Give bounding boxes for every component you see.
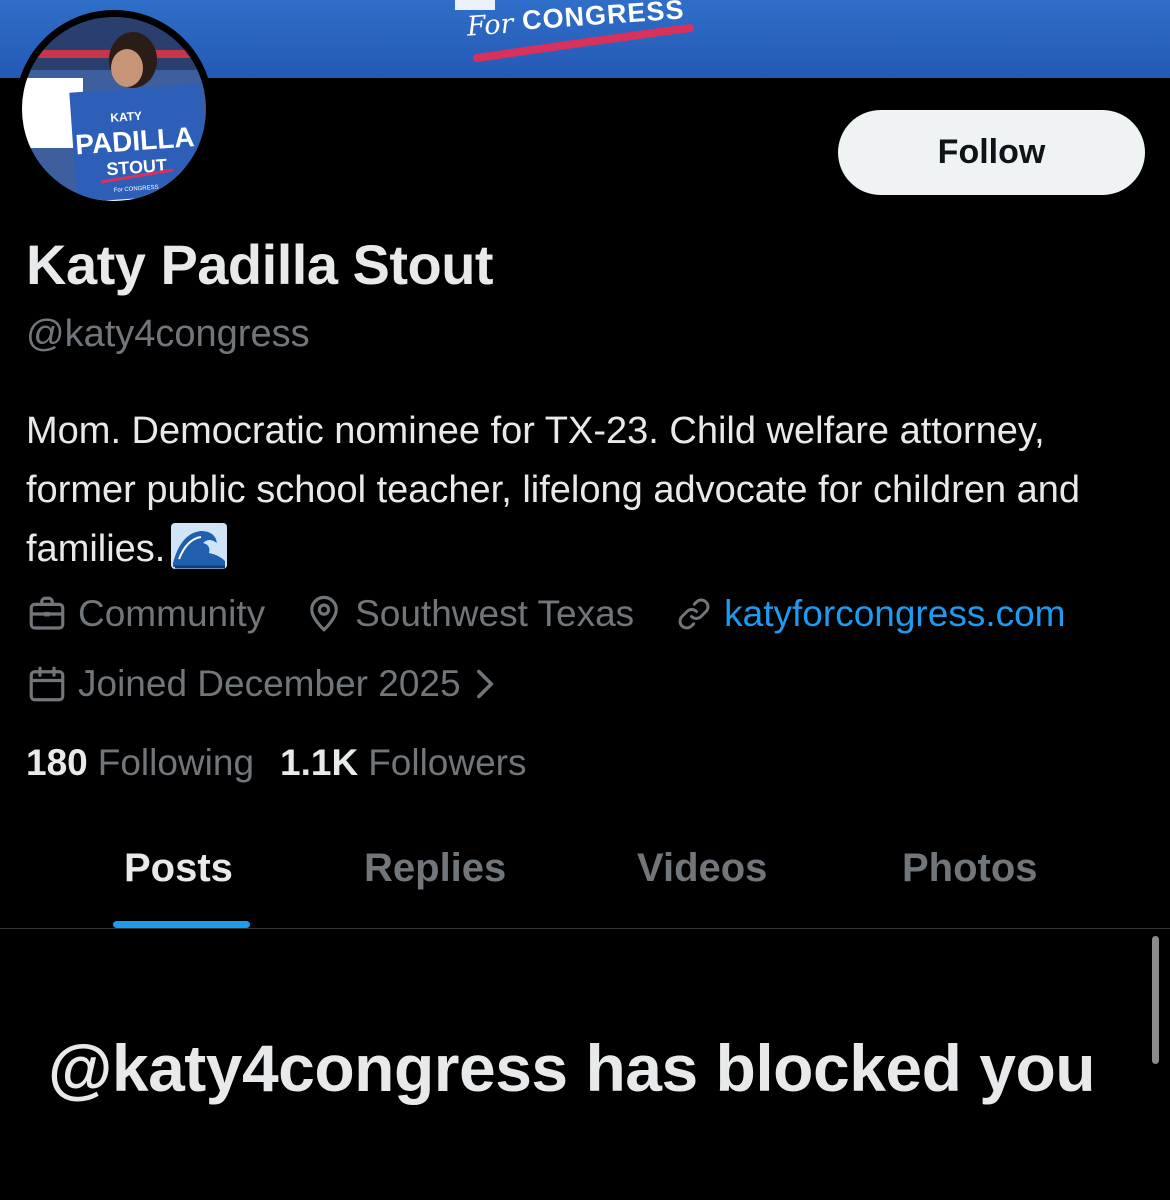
follow-stats: 180 Following 1.1K Followers <box>26 742 527 784</box>
avatar[interactable]: KATY PADILLA STOUT For CONGRESS <box>15 10 213 208</box>
follow-button[interactable]: Follow <box>838 110 1145 195</box>
calendar-icon <box>29 666 65 702</box>
display-name: Katy Padilla Stout <box>26 233 494 296</box>
tab-replies[interactable]: Replies <box>364 846 506 891</box>
tab-posts[interactable]: Posts <box>124 846 233 891</box>
followers-label: Followers <box>368 742 527 783</box>
location-text: Southwest Texas <box>355 593 635 634</box>
avatar-sign-line1: KATY <box>110 109 143 125</box>
profile-tabs: Posts Replies Videos Photos <box>0 820 1170 928</box>
link-icon <box>678 598 710 630</box>
following-label: Following <box>97 742 255 783</box>
category-text: Community <box>78 593 266 634</box>
tab-photos[interactable]: Photos <box>902 846 1038 891</box>
followers-stat[interactable]: 1.1K Followers <box>280 742 526 784</box>
category-item: Community <box>26 593 265 635</box>
banner-for-text: For <box>465 8 515 43</box>
tabs-divider <box>0 928 1170 929</box>
website-text[interactable]: katyforcongress.com <box>724 593 1065 635</box>
profile-meta-row: Community Southwest Texas katyforcongres… <box>26 593 1066 635</box>
chevron-right-icon <box>476 669 493 699</box>
joined-row[interactable]: Joined December 2025 <box>26 663 507 705</box>
profile-bio: Mom. Democratic nominee for TX-23. Child… <box>26 402 1136 579</box>
following-stat[interactable]: 180 Following <box>26 742 254 784</box>
followers-count: 1.1K <box>280 742 359 783</box>
profile-handle: @katy4congress <box>26 313 310 355</box>
scrollbar[interactable] <box>1152 936 1159 1064</box>
following-count: 180 <box>26 742 88 783</box>
location-item: Southwest Texas <box>303 593 634 635</box>
joined-item[interactable]: Joined December 2025 <box>26 663 507 705</box>
water-wave-icon <box>171 523 228 569</box>
blocked-message: @katy4congress has blocked you <box>48 1031 1096 1105</box>
tab-videos[interactable]: Videos <box>637 846 767 891</box>
joined-text: Joined December 2025 <box>78 663 461 704</box>
website-link[interactable]: katyforcongress.com <box>674 593 1066 635</box>
briefcase-icon <box>29 596 65 630</box>
location-pin-icon <box>310 595 338 632</box>
active-tab-indicator <box>113 921 250 928</box>
